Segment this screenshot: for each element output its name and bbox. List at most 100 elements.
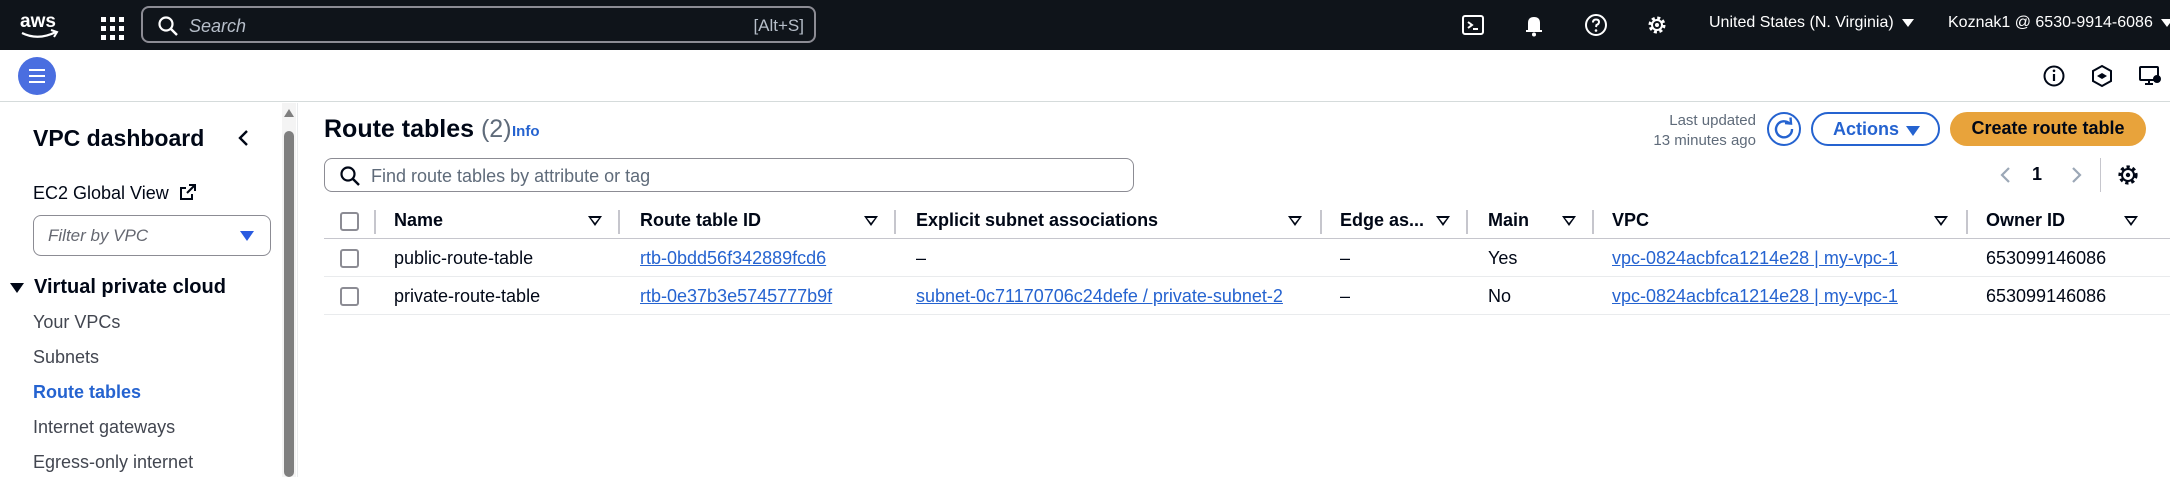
sidebar-item-subnets[interactable]: Subnets (33, 347, 99, 368)
cell-main: No (1488, 286, 1512, 306)
column-header-name[interactable]: Name (394, 210, 443, 231)
preferences-gear-icon[interactable] (2113, 160, 2143, 190)
sidebar-item-egress-only-internet[interactable]: Egress-only internet (33, 452, 193, 473)
global-search-input[interactable]: Search [Alt+S] (141, 6, 816, 43)
column-separator[interactable] (618, 210, 620, 234)
sidebar-scrollbar[interactable] (282, 103, 296, 477)
sort-icon[interactable] (1436, 216, 1450, 226)
cell-name: public-route-table (394, 248, 534, 268)
column-separator[interactable] (1592, 210, 1594, 234)
last-updated: Last updated 13 minutes ago (1600, 111, 1756, 151)
refresh-icon (1774, 117, 1794, 139)
caret-down-icon (2160, 18, 2170, 27)
scrollbar-thumb[interactable] (284, 131, 294, 477)
cell-main: Yes (1488, 248, 1518, 268)
cell-vpc-link[interactable]: vpc-0824acbfca1214e28 | my-vpc-1 (1612, 286, 1898, 307)
section-virtual-private-cloud[interactable]: Virtual private cloud (10, 276, 226, 299)
help-icon[interactable] (1582, 11, 1610, 39)
account-menu[interactable]: Koznak1 @ 6530-9914-6086 (1948, 14, 2170, 32)
column-header-edge-associations[interactable]: Edge as... (1340, 210, 1424, 231)
sidebar-title[interactable]: VPC dashboard (33, 125, 204, 152)
pager-divider (2100, 158, 2101, 192)
chevron-left-icon[interactable] (1996, 165, 2016, 185)
ec2-global-view-label: EC2 Global View (33, 183, 169, 203)
cloudshell-icon[interactable] (1459, 11, 1487, 39)
caret-down-icon (240, 231, 254, 241)
column-separator[interactable] (1466, 210, 1468, 234)
cell-name: private-route-table (394, 286, 541, 306)
column-separator[interactable] (1966, 210, 1968, 234)
hexagon-icon[interactable] (2089, 63, 2115, 89)
cell-explicit-subnet-link[interactable]: subnet-0c71170706c24defe / private-subne… (916, 286, 1283, 307)
caret-down-icon (1901, 18, 1914, 27)
actions-label: Actions (1833, 119, 1900, 139)
table-header: Name Route table ID Explicit subnet asso… (324, 204, 2170, 239)
sort-icon[interactable] (2124, 216, 2138, 226)
bell-icon[interactable] (1520, 11, 1548, 39)
column-header-owner-id[interactable]: Owner ID (1986, 210, 2065, 231)
cell-edge-associations: – (1340, 248, 1351, 268)
feedback-icon[interactable] (2137, 63, 2163, 89)
sidebar-item-your-vpcs[interactable]: Your VPCs (33, 312, 120, 333)
row-checkbox[interactable] (340, 287, 359, 306)
sort-icon[interactable] (1562, 216, 1576, 226)
column-header-explicit-subnet-associations[interactable]: Explicit subnet associations (916, 210, 1158, 231)
side-navigation: VPC dashboard EC2 Global View Filter by … (0, 103, 298, 477)
info-link[interactable]: Info (512, 123, 540, 140)
page-title-text: Route tables (324, 115, 475, 143)
column-separator[interactable] (894, 210, 896, 234)
cell-route-table-id-link[interactable]: rtb-0e37b3e5745777b9f (640, 286, 832, 307)
services-grid-icon[interactable] (96, 12, 124, 40)
chevron-left-icon[interactable] (232, 126, 256, 150)
row-checkbox[interactable] (340, 249, 359, 268)
cell-owner-id: 653099146086 (1986, 286, 2107, 306)
column-header-route-table-id[interactable]: Route table ID (640, 210, 761, 231)
search-shortcut: [Alt+S] (753, 16, 804, 35)
page-title: Route tables (2) (324, 115, 512, 144)
caret-down-icon (10, 282, 24, 293)
pagination: 1 (1996, 160, 2086, 190)
ec2-global-view-link[interactable]: EC2 Global View (33, 182, 198, 204)
region-selector[interactable]: United States (N. Virginia) (1709, 14, 1914, 32)
search-icon (158, 16, 178, 36)
chevron-right-icon[interactable] (2066, 165, 2086, 185)
sort-icon[interactable] (588, 216, 602, 226)
find-route-tables-input[interactable]: Find route tables by attribute or tag (324, 158, 1134, 192)
section-label: Virtual private cloud (34, 276, 226, 298)
sidebar-item-internet-gateways[interactable]: Internet gateways (33, 417, 175, 438)
sort-icon[interactable] (864, 216, 878, 226)
gear-icon[interactable] (1643, 11, 1671, 39)
cell-vpc-link[interactable]: vpc-0824acbfca1214e28 | my-vpc-1 (1612, 248, 1898, 269)
info-icon[interactable] (2041, 63, 2067, 89)
table-row[interactable]: private-route-table rtb-0e37b3e5745777b9… (324, 277, 2170, 315)
scroll-up-arrow-icon[interactable] (284, 109, 294, 117)
page-number[interactable]: 1 (2032, 164, 2042, 185)
create-route-table-button[interactable]: Create route table (1950, 112, 2146, 146)
top-navigation-bar: aws Search [Alt+S] United States (N. Vir… (0, 0, 2170, 50)
aws-logo-text: aws (20, 11, 56, 32)
refresh-button[interactable] (1767, 112, 1801, 146)
route-table-count: (2) (480, 115, 512, 143)
search-placeholder: Search (189, 16, 247, 36)
aws-logo[interactable]: aws (18, 8, 62, 42)
last-updated-line2: 13 minutes ago (1653, 132, 1756, 149)
navigation-menu-button[interactable] (18, 57, 56, 95)
select-all-checkbox[interactable] (340, 212, 359, 231)
table-row[interactable]: public-route-table rtb-0bdd56f342889fcd6… (324, 239, 2170, 277)
sort-icon[interactable] (1934, 216, 1948, 226)
column-separator[interactable] (1320, 210, 1322, 234)
column-header-vpc[interactable]: VPC (1612, 210, 1649, 231)
caret-down-icon (1906, 126, 1920, 136)
filter-by-vpc-select[interactable]: Filter by VPC (33, 215, 271, 256)
sort-icon[interactable] (1288, 216, 1302, 226)
find-placeholder: Find route tables by attribute or tag (371, 166, 651, 186)
last-updated-line1: Last updated (1669, 112, 1756, 129)
actions-button[interactable]: Actions (1811, 112, 1940, 146)
cell-owner-id: 653099146086 (1986, 248, 2107, 268)
cell-explicit-subnet: – (916, 248, 927, 268)
console-subheader (0, 50, 2170, 102)
cell-route-table-id-link[interactable]: rtb-0bdd56f342889fcd6 (640, 248, 826, 269)
search-icon (340, 166, 360, 186)
sidebar-item-route-tables[interactable]: Route tables (33, 382, 141, 403)
column-header-main[interactable]: Main (1488, 210, 1529, 231)
